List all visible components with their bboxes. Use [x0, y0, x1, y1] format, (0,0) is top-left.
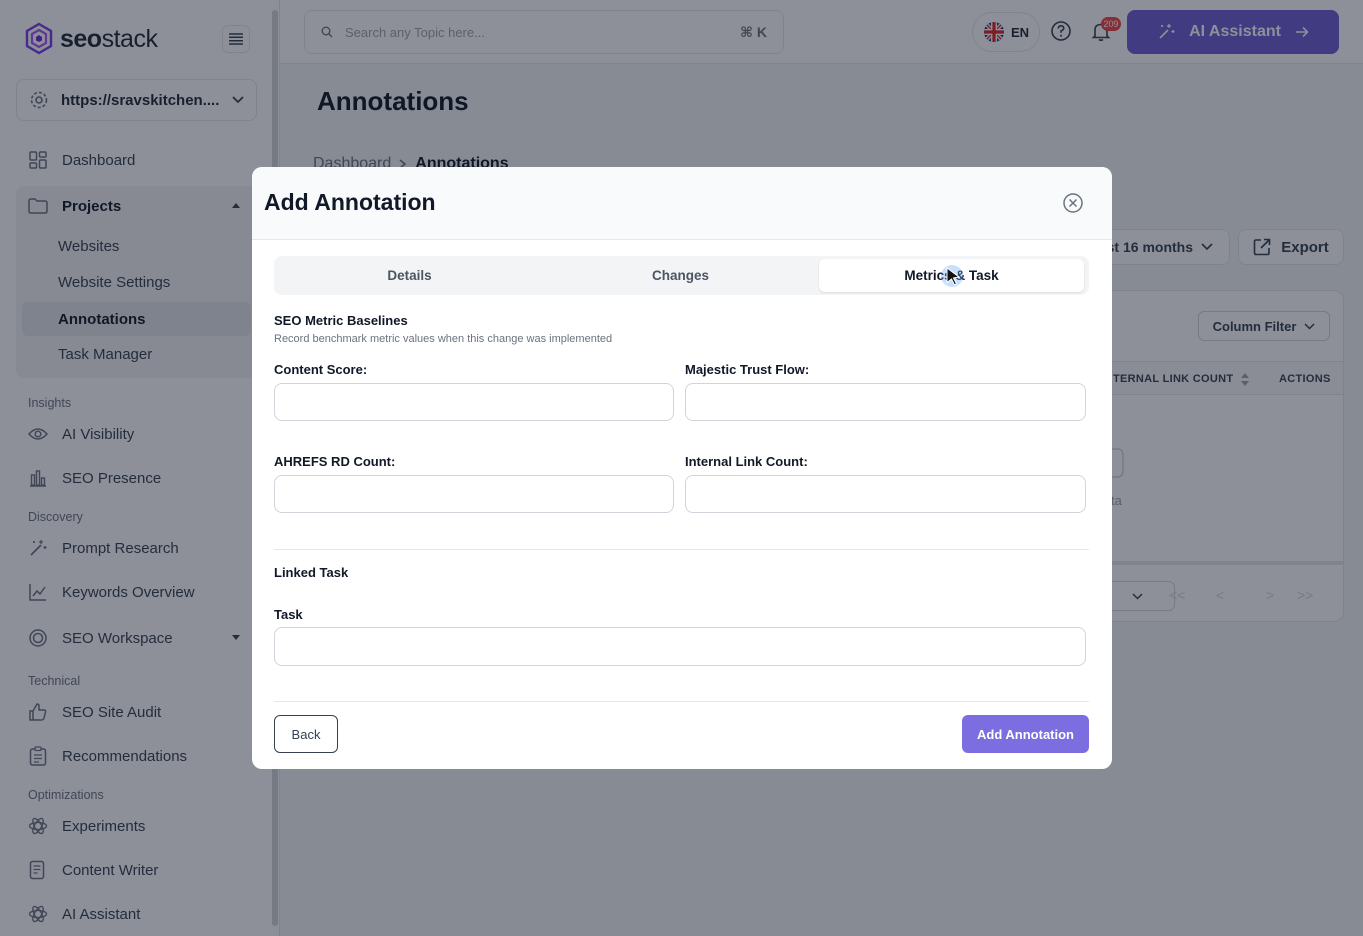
mouse-cursor-icon — [941, 265, 963, 287]
task-label: Task — [274, 607, 303, 622]
modal-header: Add Annotation — [252, 167, 1112, 240]
internal-link-count-input[interactable] — [685, 475, 1086, 513]
majestic-trust-flow-label: Majestic Trust Flow: — [685, 362, 810, 377]
footer-divider — [274, 701, 1089, 702]
tab-details[interactable]: Details — [277, 259, 542, 292]
content-score-label: Content Score: — [274, 362, 368, 377]
task-input[interactable] — [274, 627, 1086, 666]
modal-title: Add Annotation — [264, 189, 436, 215]
modal-tabs: Details Changes Metrics & Task — [274, 256, 1089, 295]
add-annotation-modal: Add Annotation Details Changes Metrics &… — [252, 167, 1112, 769]
seo-metric-baselines-heading: SEO Metric Baselines — [274, 313, 408, 328]
back-button[interactable]: Back — [274, 715, 338, 753]
majestic-trust-flow-input[interactable] — [685, 383, 1086, 421]
seo-metric-baselines-description: Record benchmark metric values when this… — [274, 333, 613, 345]
section-divider — [274, 549, 1089, 550]
content-score-input[interactable] — [274, 383, 674, 421]
ahrefs-rd-count-label: AHREFS RD Count: — [274, 454, 396, 469]
close-icon[interactable] — [1062, 192, 1084, 214]
add-annotation-button[interactable]: Add Annotation — [962, 715, 1089, 753]
linked-task-heading: Linked Task — [274, 565, 349, 580]
ahrefs-rd-count-input[interactable] — [274, 475, 674, 513]
tab-changes[interactable]: Changes — [548, 259, 813, 292]
internal-link-count-label: Internal Link Count: — [685, 454, 808, 469]
